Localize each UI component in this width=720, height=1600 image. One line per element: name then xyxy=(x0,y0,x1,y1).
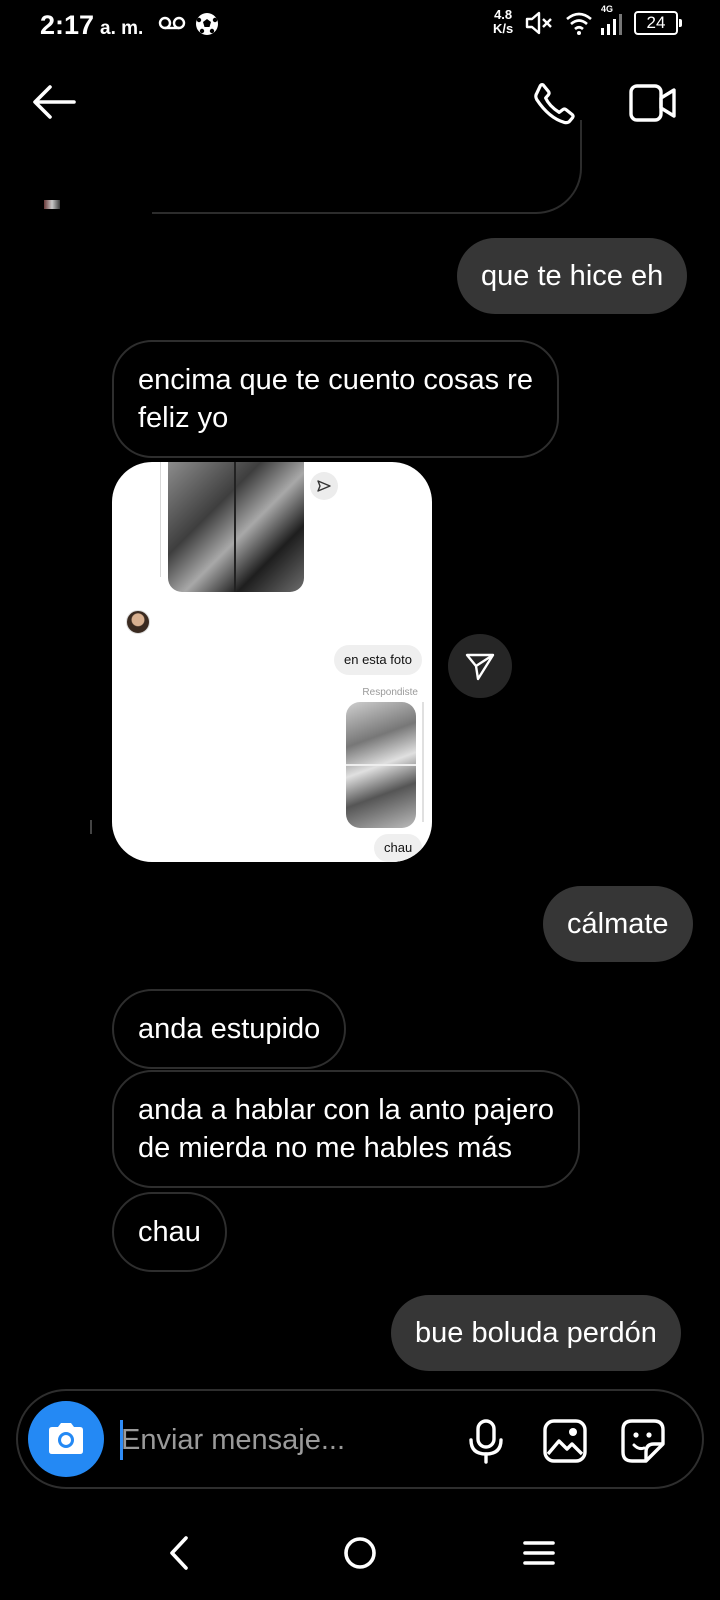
signal-icon xyxy=(601,14,622,35)
message-text: cálmate xyxy=(567,908,669,940)
camera-button[interactable] xyxy=(28,1401,104,1477)
message-text: bue boluda perdón xyxy=(415,1317,657,1349)
message-received[interactable]: chau xyxy=(112,1192,227,1272)
reply-indicator-line xyxy=(422,702,424,822)
network-speed-unit: K/s xyxy=(493,21,514,36)
paper-plane-icon xyxy=(465,653,495,681)
message-sent[interactable]: cálmate xyxy=(543,886,693,962)
message-received[interactable]: encima que te cuento cosas re feliz yo xyxy=(112,340,559,458)
sender-avatar xyxy=(44,200,60,209)
message-text: anda estupido xyxy=(138,1013,321,1045)
nav-recents-icon[interactable] xyxy=(522,1535,556,1571)
network-speed-value: 4.8 xyxy=(494,7,513,22)
message-text-line: de mierda no me hables más xyxy=(138,1132,512,1164)
voicemail-icon xyxy=(158,16,186,30)
message-text: chau xyxy=(138,1216,201,1248)
camera-icon xyxy=(49,1423,83,1454)
reaction-emoji: 😍 xyxy=(160,603,186,630)
shared-photo xyxy=(168,462,304,592)
status-time: 2:17 xyxy=(40,10,95,40)
divider xyxy=(90,820,92,834)
message-received[interactable]: anda a hablar con la anto pajero de mier… xyxy=(112,1070,580,1188)
shared-photo-reply xyxy=(346,702,416,828)
arrow-left-icon[interactable] xyxy=(30,82,78,122)
reply-indicator-line xyxy=(160,462,161,577)
avatar xyxy=(126,610,150,634)
battery-level: 24 xyxy=(646,13,666,32)
message-text-line: anda a hablar con la anto pajero xyxy=(138,1094,554,1126)
battery-icon: 24 xyxy=(634,11,682,35)
message-pill: en esta foto xyxy=(334,645,422,675)
gallery-icon[interactable] xyxy=(542,1418,588,1464)
shared-image-card[interactable]: 😍 en esta foto Respondiste chau xyxy=(112,462,432,862)
message-pill: chau xyxy=(374,834,423,862)
message-sent[interactable]: que te hice eh xyxy=(457,238,688,314)
message-text: que te hice eh xyxy=(481,260,664,292)
share-icon xyxy=(310,472,338,500)
forward-button[interactable] xyxy=(448,634,512,698)
mute-icon xyxy=(525,11,552,35)
previous-message-bubble xyxy=(152,120,582,214)
soccer-ball-icon xyxy=(196,13,218,35)
message-received[interactable]: anda estupido xyxy=(112,989,347,1069)
sticker-icon[interactable] xyxy=(620,1418,666,1464)
microphone-icon[interactable] xyxy=(466,1418,506,1464)
nav-home-icon[interactable] xyxy=(342,1535,378,1571)
nav-back-icon[interactable] xyxy=(166,1535,192,1571)
status-bar: 2:17 a. m. 4.8 K/s 4G 24 xyxy=(0,0,720,48)
wifi-icon xyxy=(566,12,592,35)
status-ampm: a. m. xyxy=(100,18,144,39)
message-sent[interactable]: bue boluda perdón xyxy=(391,1295,681,1371)
message-text-line: encima que te cuento cosas re xyxy=(138,364,533,396)
message-input[interactable] xyxy=(121,1412,441,1468)
network-speed: 4.8 K/s xyxy=(493,8,513,36)
message-text-line: feliz yo xyxy=(138,402,229,434)
replied-label: Respondiste xyxy=(362,687,418,698)
video-camera-icon[interactable] xyxy=(628,82,678,124)
